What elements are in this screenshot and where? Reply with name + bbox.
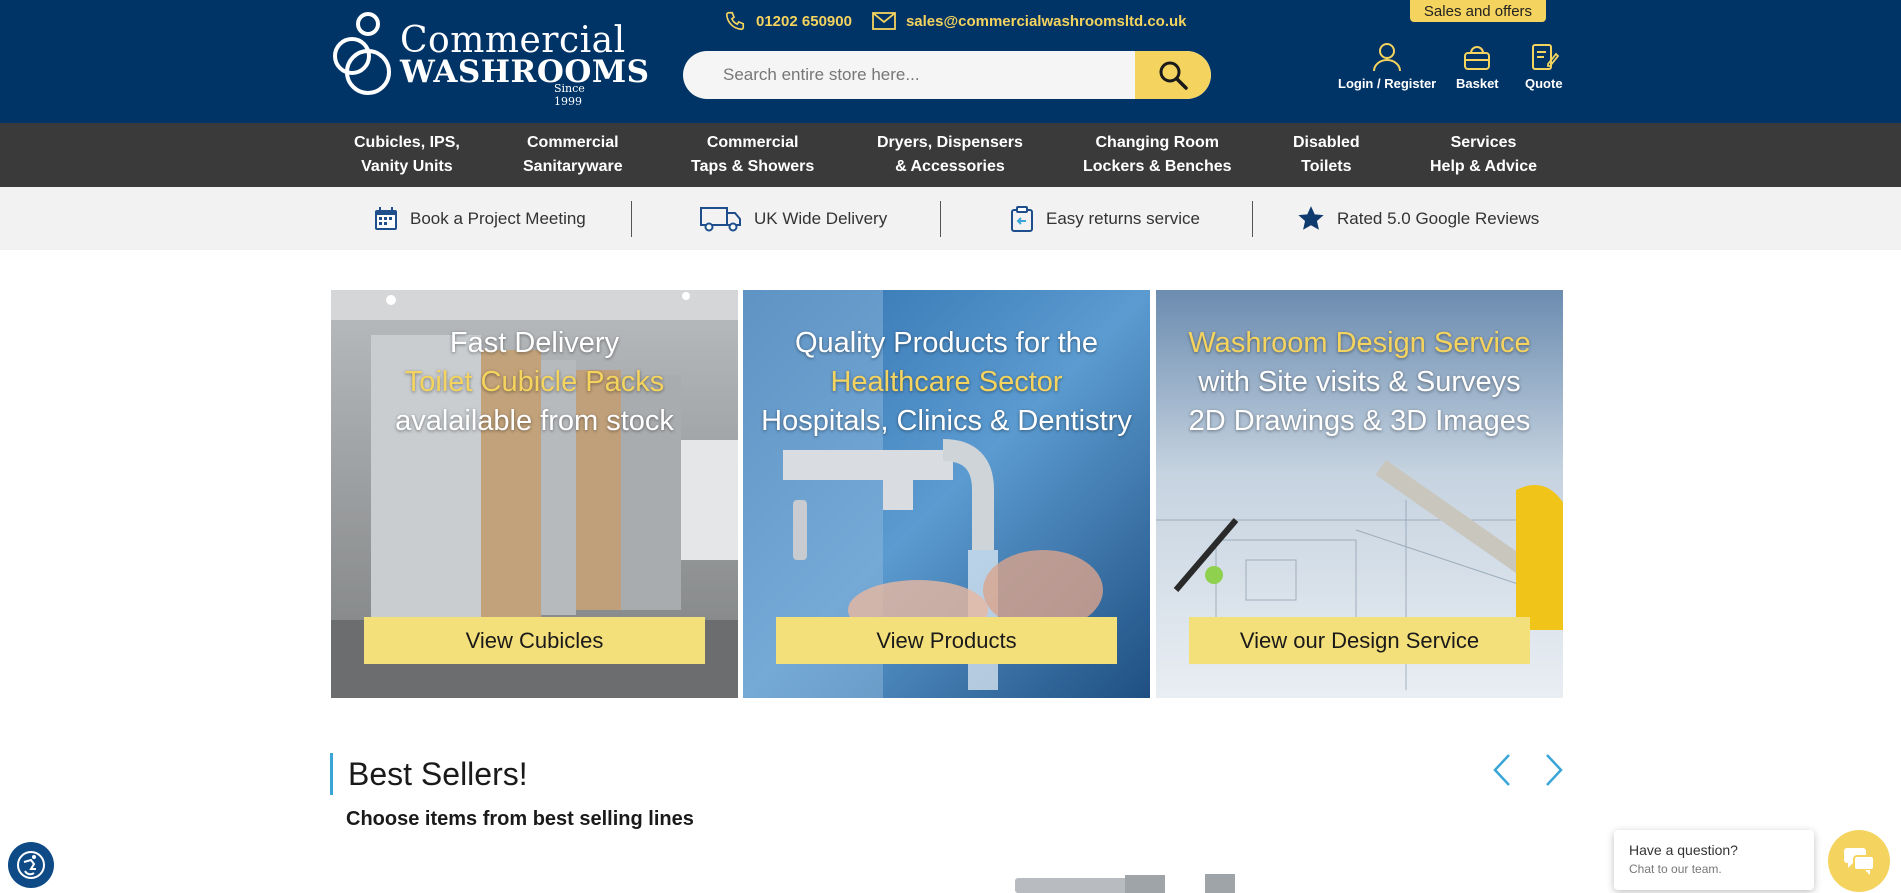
usp-label: UK Wide Delivery xyxy=(754,208,888,228)
carousel-prev-button[interactable] xyxy=(1489,752,1515,788)
usp-divider xyxy=(1252,201,1253,237)
phone-number: 01202 650900 xyxy=(756,12,852,30)
nav-label: Help & Advice xyxy=(1430,158,1537,175)
promo-line: Quality Products for the xyxy=(794,327,1099,359)
email-link[interactable]: sales@commercialwashroomsltd.co.uk xyxy=(872,12,1187,30)
returns-icon xyxy=(1011,205,1033,232)
search-icon xyxy=(1159,61,1188,90)
usp-label: Easy returns service xyxy=(1046,208,1200,228)
nav-label: Commercial xyxy=(527,134,619,151)
nav-label: Disabled xyxy=(1293,134,1360,151)
promo-highlight: Healthcare Sector xyxy=(830,366,1063,398)
quote-label: Quote xyxy=(1525,76,1563,91)
nav-item-disabled-toilets[interactable]: Disabled Toilets xyxy=(1293,131,1360,179)
page: Commercial WASHROOMS Since 1999 01202 65… xyxy=(0,0,1901,893)
promo-text: Fast Delivery Toilet Cubicle Packs avala… xyxy=(331,324,738,441)
usp-easy-returns[interactable]: Easy returns service xyxy=(1010,187,1200,250)
nav-label: Lockers & Benches xyxy=(1083,158,1232,175)
quote-link[interactable]: Quote xyxy=(1525,42,1563,91)
nav-label: Sanitaryware xyxy=(523,158,623,175)
usp-label: Rated 5.0 Google Reviews xyxy=(1337,208,1540,228)
logo-circles-icon xyxy=(333,12,391,95)
best-sellers-subtitle: Choose items from best selling lines xyxy=(346,808,694,830)
promo-line: Hospitals, Clinics & Dentistry xyxy=(761,405,1132,437)
email-address: sales@commercialwashroomsltd.co.uk xyxy=(905,12,1187,30)
usp-divider xyxy=(940,201,941,237)
logo-tagline: Since 1999 xyxy=(554,82,585,108)
star-icon xyxy=(1298,205,1324,230)
calendar-icon xyxy=(375,206,397,230)
nav-label: Changing Room xyxy=(1095,134,1220,151)
chat-prompt[interactable]: Have a question? Chat to our team. xyxy=(1614,830,1814,890)
product-image-peek xyxy=(1015,874,1235,893)
login-register-link[interactable]: Login / Register xyxy=(1338,42,1436,91)
user-icon xyxy=(1373,43,1402,72)
promo-text: Quality Products for the Healthcare Sect… xyxy=(743,324,1150,441)
promo-line: with Site visits & Surveys xyxy=(1198,366,1521,398)
nav-item-sanitaryware[interactable]: Commercial Sanitaryware xyxy=(523,131,623,179)
promo-text: Washroom Design Service with Site visits… xyxy=(1156,324,1563,441)
promo-card-healthcare[interactable]: Quality Products for the Healthcare Sect… xyxy=(743,290,1150,698)
usp-bar: Book a Project Meeting UK Wide Delivery … xyxy=(0,187,1901,250)
mail-icon xyxy=(872,12,896,30)
contact-bar: 01202 650900 sales@commercialwashroomslt… xyxy=(724,10,1187,32)
search-bar xyxy=(683,51,1211,99)
nav-item-services[interactable]: Services Help & Advice xyxy=(1430,131,1537,179)
promo-line: Fast Delivery xyxy=(449,327,620,359)
nav-item-taps-showers[interactable]: Commercial Taps & Showers xyxy=(691,131,814,179)
usp-label: Book a Project Meeting xyxy=(410,208,586,228)
site-header: Commercial WASHROOMS Since 1999 01202 65… xyxy=(0,0,1901,123)
basket-icon xyxy=(1464,46,1491,70)
nav-label: Vanity Units xyxy=(361,158,453,175)
section-accent-bar xyxy=(330,753,333,795)
search-input[interactable] xyxy=(683,51,1135,99)
nav-label: Commercial xyxy=(706,134,799,151)
view-cubicles-button[interactable]: View Cubicles xyxy=(364,617,705,664)
promo-highlight: Washroom Design Service xyxy=(1188,327,1531,359)
usp-project-meeting[interactable]: Book a Project Meeting xyxy=(374,187,586,250)
accessibility-button[interactable] xyxy=(8,842,54,888)
nav-label: Taps & Showers xyxy=(691,158,815,175)
best-sellers-title: Best Sellers! xyxy=(348,756,528,792)
search-button[interactable] xyxy=(1135,51,1211,99)
quote-icon xyxy=(1531,44,1559,70)
nav-label: Dryers, Dispensers xyxy=(877,134,1023,151)
usp-divider xyxy=(631,201,632,237)
chat-subtitle: Chat to our team. xyxy=(1629,862,1722,876)
promo-line: avalailable from stock xyxy=(395,405,674,437)
nav-item-dryers[interactable]: Dryers, Dispensers & Accessories xyxy=(877,131,1023,179)
nav-label: Services xyxy=(1450,134,1517,151)
carousel-next-button[interactable] xyxy=(1541,752,1567,788)
login-label: Login / Register xyxy=(1338,76,1437,91)
chevron-left-icon xyxy=(1493,754,1510,786)
chat-launcher-button[interactable] xyxy=(1828,830,1890,892)
nav-label: Toilets xyxy=(1301,158,1352,175)
promo-highlight: Toilet Cubicle Packs xyxy=(404,366,665,398)
phone-link[interactable]: 01202 650900 xyxy=(724,10,852,32)
accessibility-icon xyxy=(17,851,45,879)
truck-icon xyxy=(700,206,741,231)
site-logo[interactable]: Commercial WASHROOMS Since 1999 xyxy=(330,12,649,108)
chat-title: Have a question? xyxy=(1629,842,1738,858)
chat-icon xyxy=(1844,848,1875,875)
promo-line: 2D Drawings & 3D Images xyxy=(1188,405,1531,437)
view-products-button[interactable]: View Products xyxy=(776,617,1117,664)
usp-google-reviews[interactable]: Rated 5.0 Google Reviews xyxy=(1297,187,1539,250)
nav-item-cubicles[interactable]: Cubicles, IPS, Vanity Units xyxy=(354,131,460,179)
basket-link[interactable]: Basket xyxy=(1456,42,1499,91)
nav-label: Cubicles, IPS, xyxy=(354,134,460,151)
chevron-right-icon xyxy=(1546,754,1563,786)
main-nav: Cubicles, IPS, Vanity Units Commercial S… xyxy=(0,123,1901,187)
phone-icon xyxy=(725,11,745,31)
basket-label: Basket xyxy=(1456,76,1499,91)
usp-uk-delivery[interactable]: UK Wide Delivery xyxy=(700,187,887,250)
sales-offers-button[interactable]: Sales and offers xyxy=(1410,0,1546,22)
nav-item-changing-room[interactable]: Changing Room Lockers & Benches xyxy=(1083,131,1232,179)
promo-card-design-service[interactable]: Washroom Design Service with Site visits… xyxy=(1156,290,1563,698)
nav-label: & Accessories xyxy=(895,158,1005,175)
promo-card-cubicles[interactable]: Fast Delivery Toilet Cubicle Packs avala… xyxy=(331,290,738,698)
view-design-service-button[interactable]: View our Design Service xyxy=(1189,617,1530,664)
